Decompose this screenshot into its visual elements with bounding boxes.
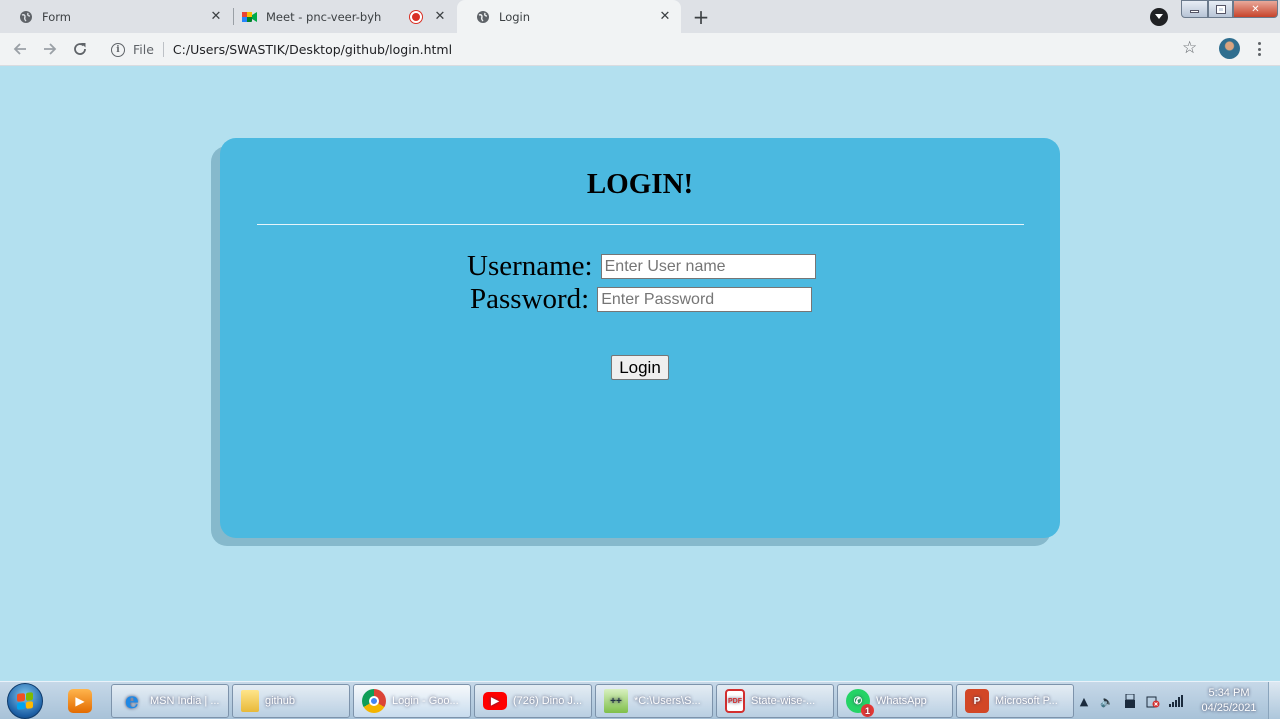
google-meet-icon bbox=[242, 9, 258, 25]
tab-title: Form bbox=[42, 9, 71, 24]
taskbar-item-notepad[interactable]: ++ *C:\Users\S... bbox=[595, 684, 713, 718]
browser-menu-button[interactable] bbox=[1252, 40, 1266, 58]
system-tray: ▲ 🔈 bbox=[1077, 684, 1183, 718]
system-clock[interactable]: 5:34 PM 04/25/2021 bbox=[1194, 686, 1264, 716]
notepad-plus-plus-icon: ++ bbox=[604, 689, 628, 713]
taskbar-item-youtube[interactable]: ▶ (726) Dino J... bbox=[474, 684, 592, 718]
clock-date: 04/25/2021 bbox=[1201, 702, 1257, 714]
tab-title: Meet - pnc-veer-byh bbox=[266, 9, 382, 24]
globe-icon bbox=[18, 9, 34, 25]
forward-button[interactable] bbox=[38, 37, 62, 61]
clock-time: 5:34 PM bbox=[1208, 687, 1250, 699]
arrow-left-icon bbox=[13, 43, 26, 55]
notification-badge: 1 bbox=[861, 704, 874, 717]
reload-icon bbox=[74, 43, 86, 55]
new-tab-button[interactable]: + bbox=[689, 5, 713, 29]
reload-button[interactable] bbox=[68, 37, 92, 61]
back-button[interactable] bbox=[8, 37, 32, 61]
close-icon[interactable]: ✕ bbox=[657, 9, 673, 25]
tab-login[interactable]: Login ✕ bbox=[457, 0, 681, 33]
password-input[interactable] bbox=[597, 287, 813, 312]
taskbar-item-github[interactable]: github bbox=[232, 684, 350, 718]
taskbar-item-msn[interactable]: e MSN India | ... bbox=[111, 684, 229, 718]
password-label: Password: bbox=[470, 283, 590, 315]
restore-button[interactable] bbox=[1208, 0, 1233, 18]
taskbar-item-whatsapp[interactable]: ✆ 1 WhatsApp bbox=[837, 684, 953, 718]
taskbar: ▶ e MSN India | ... github Login - Goo..… bbox=[0, 681, 1280, 719]
tab-title: Login bbox=[499, 9, 531, 24]
password-row: Password: bbox=[470, 283, 813, 316]
recording-icon bbox=[410, 10, 422, 23]
url-text: C:/Users/SWASTIK/Desktop/github/login.ht… bbox=[172, 42, 453, 57]
info-icon[interactable]: i bbox=[111, 42, 125, 57]
youtube-icon: ▶ bbox=[483, 692, 507, 710]
login-heading: LOGIN! bbox=[586, 168, 694, 200]
taskbar-item-label: *C:\Users\S... bbox=[634, 695, 701, 707]
taskbar-item-label: State-wise-... bbox=[751, 695, 816, 707]
window-controls: ✕ bbox=[1181, 0, 1278, 19]
taskbar-item-label: Login - Goo... bbox=[392, 695, 459, 707]
usb-icon[interactable] bbox=[1123, 694, 1137, 708]
internet-explorer-icon: e bbox=[125, 688, 139, 714]
folder-icon bbox=[241, 690, 259, 712]
pdf-icon: PDF bbox=[725, 689, 745, 713]
bookmark-star-icon[interactable]: ☆ bbox=[1182, 38, 1197, 58]
close-icon[interactable]: ✕ bbox=[208, 9, 224, 25]
taskbar-item-pdf[interactable]: PDF State-wise-... bbox=[716, 684, 834, 718]
login-card: LOGIN! Username: Password: Login bbox=[220, 138, 1060, 538]
profile-avatar[interactable] bbox=[1219, 38, 1240, 59]
divider bbox=[257, 224, 1024, 225]
windows-logo-icon bbox=[17, 692, 33, 710]
login-button[interactable]: Login bbox=[611, 355, 669, 380]
taskbar-item-label: WhatsApp bbox=[876, 695, 927, 707]
taskbar-item-label: (726) Dino J... bbox=[513, 695, 583, 707]
tab-meet[interactable]: Meet - pnc-veer-byh ✕ bbox=[224, 0, 456, 33]
taskbar-item-label: github bbox=[265, 695, 295, 707]
taskbar-item-label: Microsoft P... bbox=[995, 695, 1058, 707]
taskbar-item-label: MSN India | ... bbox=[150, 695, 220, 707]
taskbar-item-powerpoint[interactable]: P Microsoft P... bbox=[956, 684, 1074, 718]
browser-toolbar: i File C:/Users/SWASTIK/Desktop/github/l… bbox=[0, 33, 1280, 66]
battery-warning-icon[interactable] bbox=[1146, 694, 1160, 708]
taskbar-item-chrome[interactable]: Login - Goo... bbox=[353, 684, 471, 718]
arrow-right-icon bbox=[44, 43, 57, 55]
username-input[interactable] bbox=[600, 254, 816, 279]
media-player-icon[interactable]: ▶ bbox=[68, 689, 92, 713]
chrome-icon bbox=[362, 689, 386, 713]
tab-search-button[interactable] bbox=[1150, 8, 1168, 26]
start-button[interactable] bbox=[7, 683, 43, 719]
tab-form[interactable]: Form ✕ bbox=[0, 0, 232, 33]
username-label: Username: bbox=[467, 250, 593, 282]
globe-icon bbox=[475, 9, 491, 25]
whatsapp-icon: ✆ 1 bbox=[846, 689, 874, 717]
close-window-button[interactable]: ✕ bbox=[1233, 0, 1278, 18]
tab-strip: Form ✕ Meet - pnc-veer-byh ✕ Login ✕ + ✕ bbox=[0, 0, 1280, 33]
chevron-up-icon[interactable]: ▲ bbox=[1077, 694, 1091, 708]
scheme-label: File bbox=[133, 42, 154, 57]
address-bar[interactable]: i File C:/Users/SWASTIK/Desktop/github/l… bbox=[102, 36, 1209, 63]
speaker-icon[interactable]: 🔈 bbox=[1100, 694, 1114, 708]
show-desktop-button[interactable] bbox=[1268, 682, 1280, 719]
signal-icon[interactable] bbox=[1169, 694, 1183, 708]
url-divider bbox=[162, 42, 164, 57]
username-row: Username: bbox=[467, 250, 816, 283]
powerpoint-icon: P bbox=[965, 689, 989, 713]
close-icon[interactable]: ✕ bbox=[432, 9, 448, 25]
minimize-button[interactable] bbox=[1181, 0, 1208, 18]
chevron-down-icon bbox=[1155, 14, 1163, 19]
